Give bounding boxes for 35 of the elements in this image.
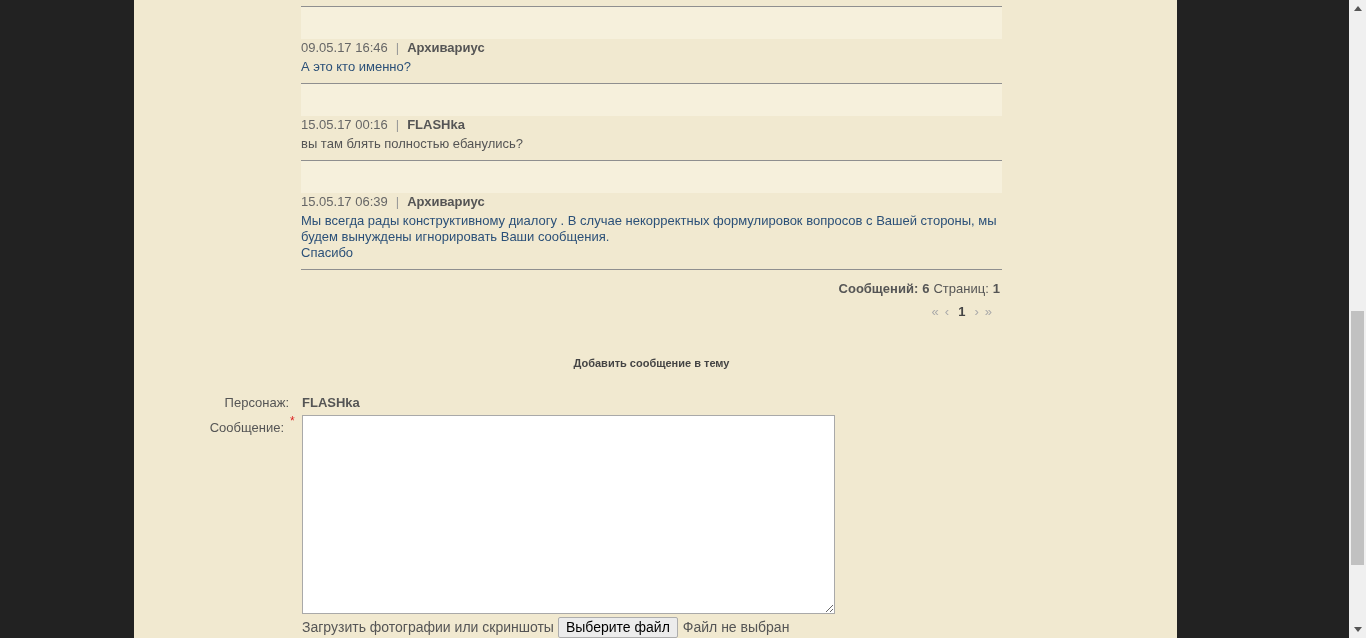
scroll-down-icon[interactable] xyxy=(1353,627,1362,632)
pagination-link[interactable]: « xyxy=(931,301,939,321)
pagination-link[interactable]: ‹ xyxy=(944,301,950,321)
post-author: Архивариус xyxy=(407,193,485,212)
separator-text: | xyxy=(395,116,400,135)
form-title: Добавить сообщение в тему xyxy=(573,356,730,371)
character-label: Персонаж: xyxy=(224,393,289,412)
file-status: Файл не выбран xyxy=(682,618,790,636)
character-name: FLASHka xyxy=(302,393,360,412)
scroll-up-icon[interactable] xyxy=(1353,6,1362,11)
messages-count: 6 xyxy=(922,280,930,298)
post-date: 15.05.17 06:39 xyxy=(301,193,388,212)
post-date: 09.05.17 16:46 xyxy=(301,39,388,58)
post-text: Спасибо xyxy=(301,245,355,261)
choose-file-button[interactable]: Выберите файл xyxy=(557,616,678,638)
pagination-link[interactable]: 1 xyxy=(955,301,969,321)
scrollbar[interactable] xyxy=(1349,0,1366,638)
post-text: Мы всегда рады конструктивному диалогу . В случае некорректных формулировок вопросов с Вашей стороны, мы будем вынуждены игнорировать Ваши сообщения. xyxy=(301,213,998,245)
upload-label: Загрузить фотографии или скриншоты xyxy=(302,618,554,636)
pagination-link[interactable]: › xyxy=(974,301,979,321)
message-input[interactable] xyxy=(302,414,835,614)
post-date: 15.05.17 00:16 xyxy=(301,116,388,135)
post-author: Архивариус xyxy=(407,39,485,58)
post-author: FLASHka xyxy=(407,116,465,135)
separator-text: | xyxy=(395,193,400,212)
post-text: вы там блять полностью ебанулись? xyxy=(301,136,525,152)
message-label: Сообщение: xyxy=(209,418,284,435)
messages-label: Сообщений: xyxy=(838,280,919,298)
post-text: А это кто именно? xyxy=(301,59,412,75)
separator-text: | xyxy=(395,39,400,58)
pagination-link[interactable]: » xyxy=(984,301,992,321)
scrollbar-thumb[interactable] xyxy=(1351,311,1364,565)
pages-label: Страниц: xyxy=(933,280,989,298)
required-mark: * xyxy=(290,414,296,427)
pages-count: 1 xyxy=(992,280,1000,298)
